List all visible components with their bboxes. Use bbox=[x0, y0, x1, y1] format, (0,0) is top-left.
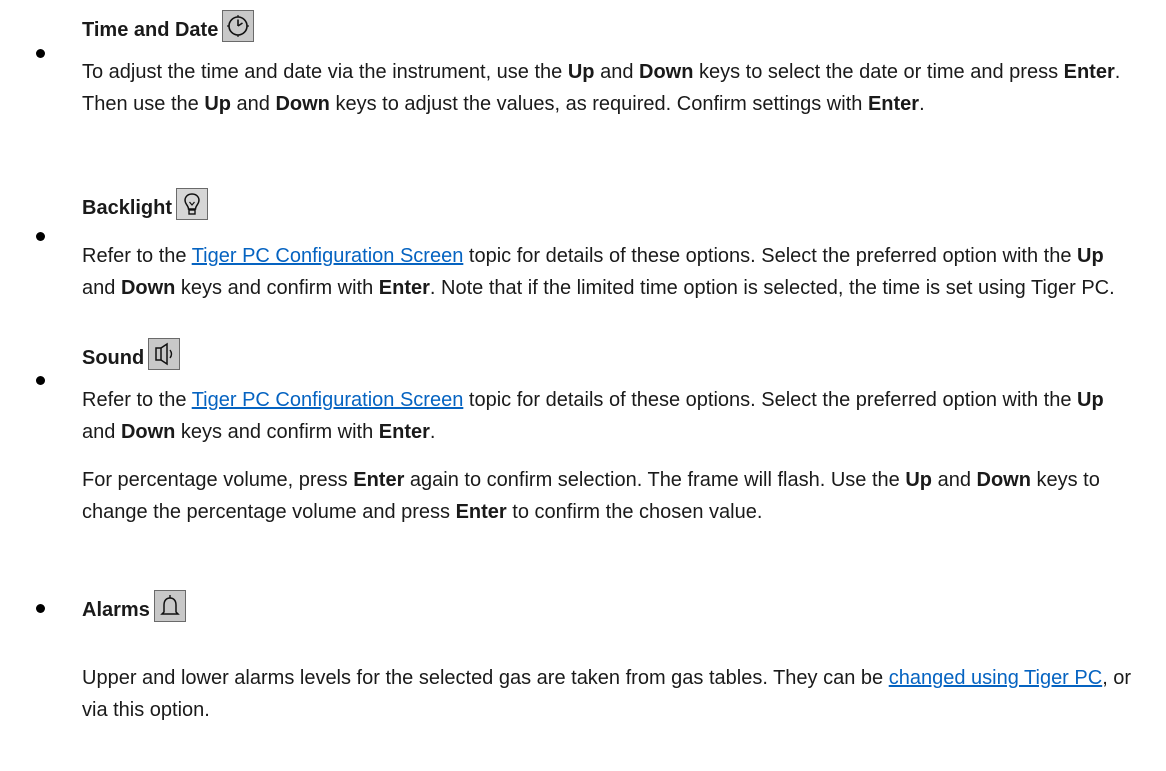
bullet-icon bbox=[36, 232, 45, 241]
section-paragraph: Refer to the Tiger PC Configuration Scre… bbox=[82, 384, 1142, 448]
body-text: . bbox=[429, 421, 436, 443]
section-heading: Sound bbox=[82, 338, 181, 370]
section-title: Sound bbox=[82, 347, 145, 369]
key-name: Enter bbox=[378, 421, 430, 443]
body-text: keys and confirm with bbox=[175, 421, 379, 443]
key-name: Down bbox=[976, 469, 1031, 491]
section-paragraph: For percentage volume, press Enter again… bbox=[82, 464, 1142, 528]
topic-link[interactable]: Tiger PC Configuration Screen bbox=[192, 245, 464, 267]
body-text: . bbox=[919, 93, 925, 115]
key-name: Enter bbox=[867, 93, 920, 115]
speaker-icon bbox=[148, 338, 181, 370]
key-name: Down bbox=[120, 277, 176, 299]
body-text: and bbox=[82, 421, 121, 443]
body-text: To adjust the time and date via the inst… bbox=[82, 61, 568, 83]
section-title: Backlight bbox=[82, 197, 173, 219]
bullet-icon bbox=[36, 604, 45, 613]
body-text: and bbox=[230, 93, 276, 115]
body-text: Refer to the bbox=[82, 245, 192, 267]
key-name: Enter bbox=[353, 469, 405, 491]
bell-icon bbox=[153, 590, 186, 622]
body-text: Refer to the bbox=[82, 389, 192, 411]
section-title: Time and Date bbox=[82, 19, 219, 41]
key-name: Down bbox=[120, 421, 176, 443]
clock-icon bbox=[222, 10, 255, 42]
key-name: Up bbox=[1077, 389, 1104, 411]
section-paragraph: Refer to the Tiger PC Configuration Scre… bbox=[82, 240, 1142, 304]
body-text: topic for details of these options. Sele… bbox=[463, 389, 1078, 411]
body-text: keys to select the date or time and pres… bbox=[693, 61, 1064, 83]
key-name: Down bbox=[275, 93, 330, 115]
key-name: Up bbox=[1077, 245, 1104, 267]
topic-link[interactable]: changed using Tiger PC bbox=[889, 667, 1102, 689]
body-text: and bbox=[82, 277, 121, 299]
body-text: keys and confirm with bbox=[175, 277, 379, 299]
key-name: Up bbox=[905, 469, 933, 491]
document-page: Time and Date To adjust the time and dat… bbox=[0, 0, 1166, 771]
topic-link[interactable]: Tiger PC Configuration Screen bbox=[192, 389, 464, 411]
bullet-icon bbox=[36, 49, 45, 58]
section-heading: Alarms bbox=[82, 590, 186, 622]
key-name: Up bbox=[567, 61, 595, 83]
body-text: again to confirm selection. The frame wi… bbox=[404, 469, 906, 491]
section-paragraph: Upper and lower alarms levels for the se… bbox=[82, 662, 1142, 726]
key-name: Enter bbox=[1063, 61, 1115, 83]
key-name: Up bbox=[204, 93, 231, 115]
key-name: Down bbox=[639, 61, 694, 83]
lightbulb-icon bbox=[176, 188, 209, 220]
body-text: Upper and lower alarms levels for the se… bbox=[82, 667, 889, 689]
body-text: For percentage volume, press bbox=[82, 469, 354, 491]
body-text: and bbox=[932, 469, 977, 491]
body-text: keys to adjust the values, as required. … bbox=[329, 93, 868, 115]
key-name: Enter bbox=[455, 501, 507, 523]
bullet-icon bbox=[36, 376, 45, 385]
section-paragraph: To adjust the time and date via the inst… bbox=[82, 56, 1142, 120]
body-text: . Note that if the limited time option i… bbox=[429, 277, 1115, 299]
body-text: topic for details of these options. Sele… bbox=[463, 245, 1078, 267]
body-text: and bbox=[594, 61, 639, 83]
section-heading: Backlight bbox=[82, 188, 209, 220]
body-text: to confirm the chosen value. bbox=[506, 501, 763, 523]
key-name: Enter bbox=[378, 277, 430, 299]
section-title: Alarms bbox=[82, 599, 150, 621]
section-heading: Time and Date bbox=[82, 10, 255, 42]
